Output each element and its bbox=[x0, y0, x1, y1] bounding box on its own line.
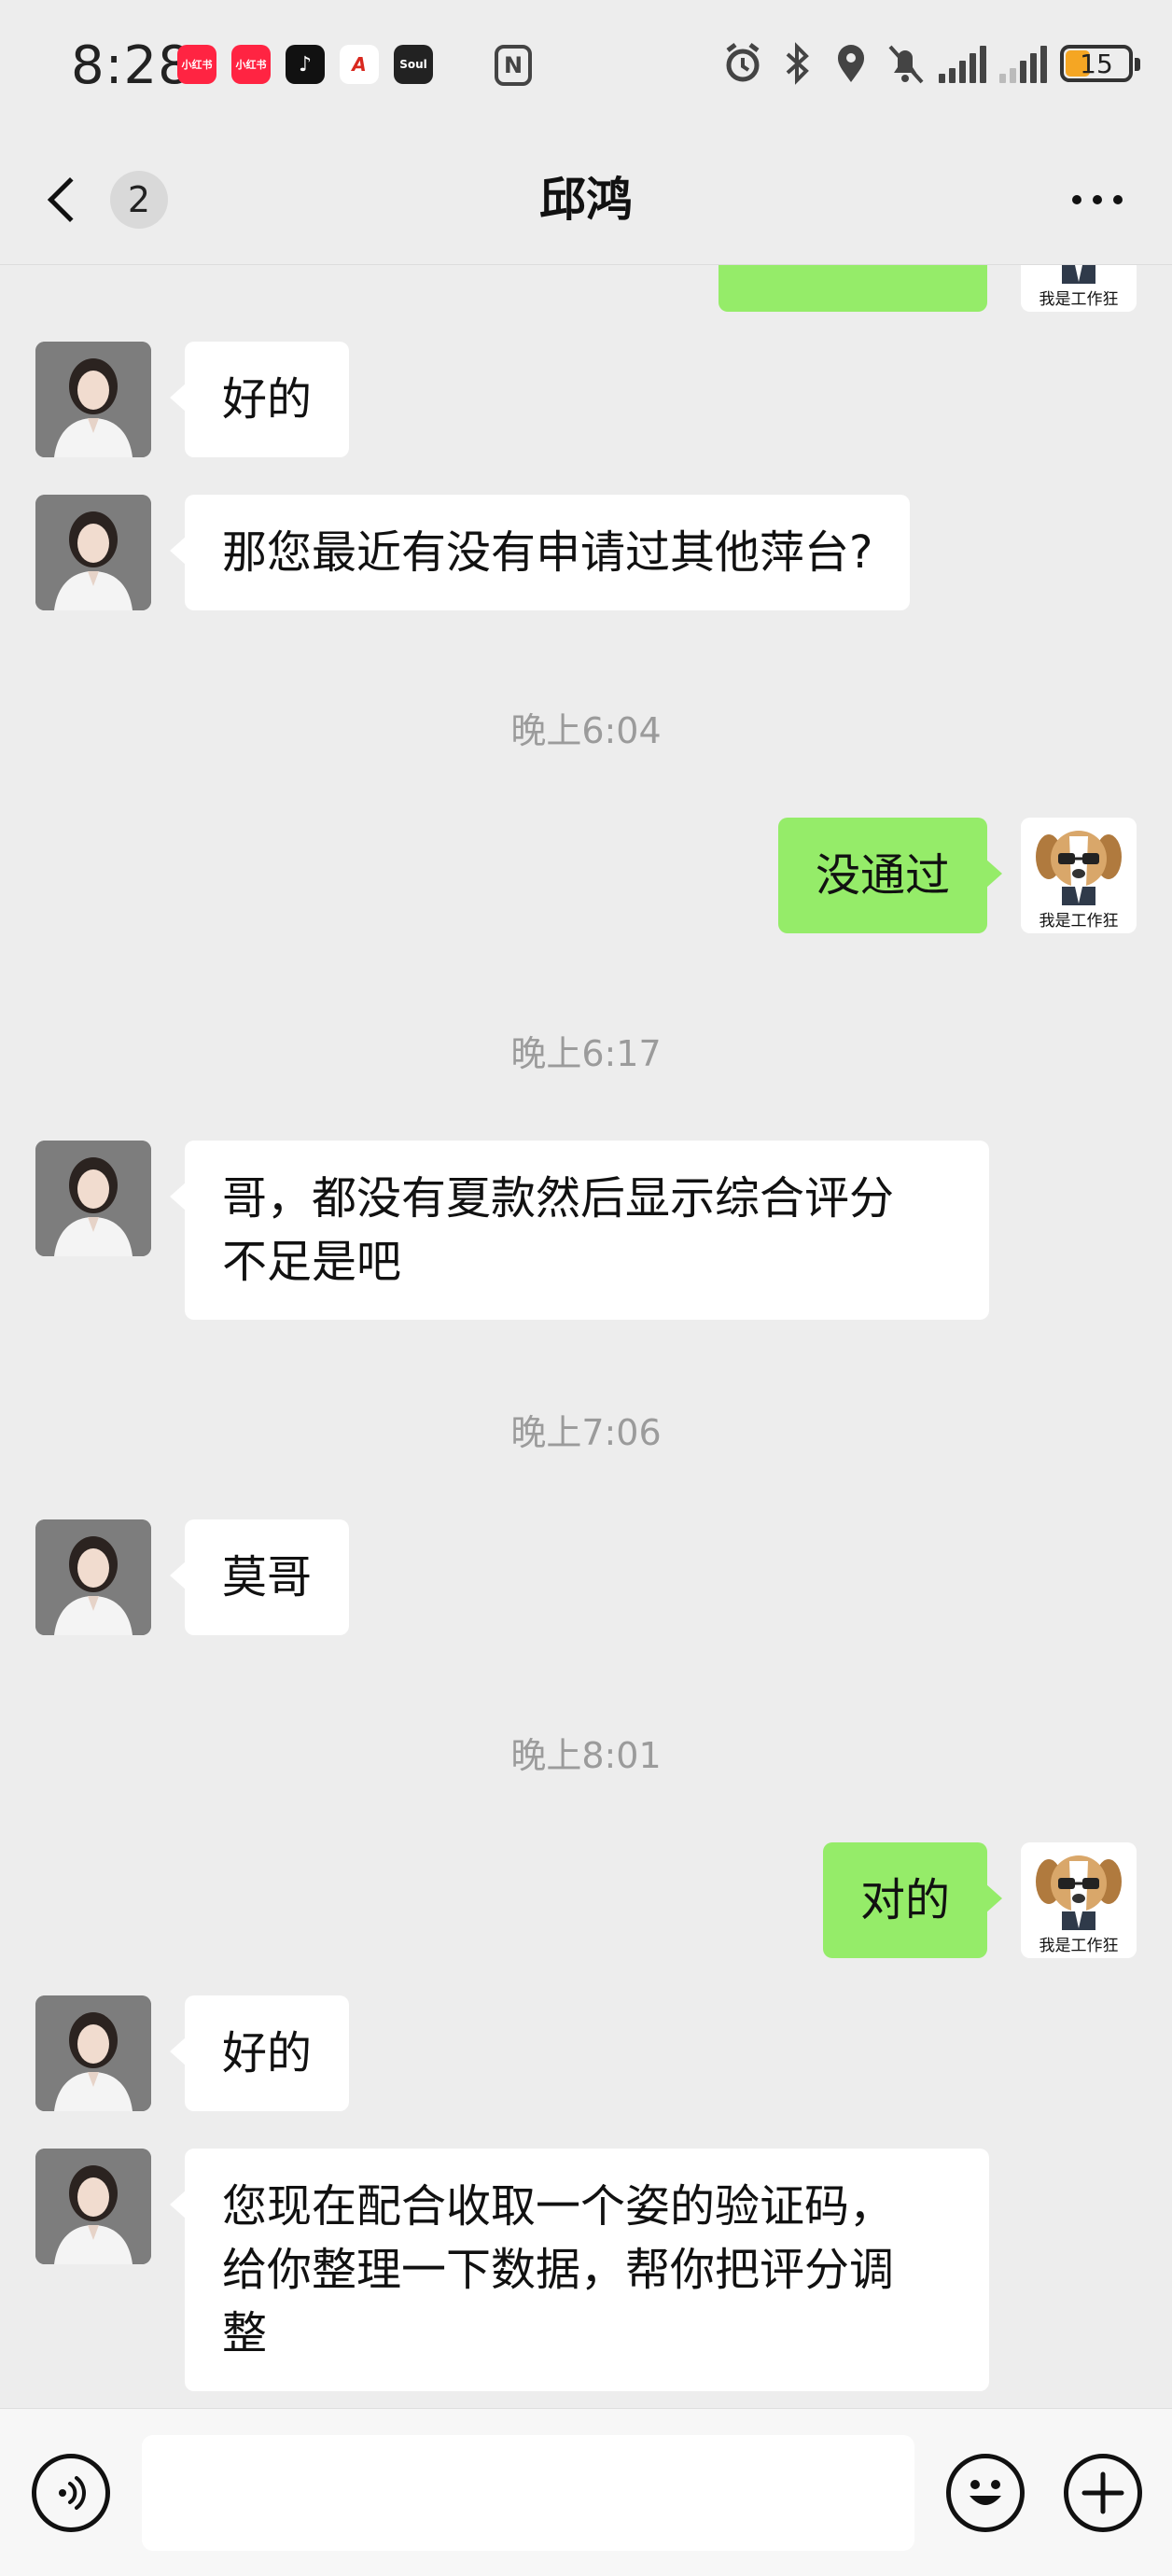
svg-text:我是工作狂: 我是工作狂 bbox=[1039, 1937, 1119, 1955]
svg-text:我是工作狂: 我是工作狂 bbox=[1039, 912, 1119, 931]
notification-app-icons: 小红书 小红书 ♪ A Soul bbox=[177, 45, 433, 84]
contact-avatar[interactable] bbox=[35, 1995, 151, 2111]
self-avatar[interactable]: 我是工作狂 bbox=[1021, 818, 1137, 933]
message-line: 哥，都没有夏款然后显示综合评分 bbox=[222, 1172, 895, 1225]
message-line: 不足是吧 bbox=[222, 1236, 402, 1288]
contact-avatar[interactable] bbox=[35, 1519, 151, 1635]
contact-avatar[interactable] bbox=[35, 342, 151, 457]
voice-input-button[interactable] bbox=[32, 2454, 110, 2532]
more-functions-button[interactable] bbox=[1064, 2454, 1142, 2532]
message-bubble[interactable]: 哥，都没有夏款然后显示综合评分 不足是吧 bbox=[170, 1141, 989, 1320]
message-timestamp: 晚上7:06 bbox=[510, 1412, 662, 1453]
message-line: 给你整理一下数据，帮你把评分调 bbox=[222, 2244, 895, 2296]
message-bubble-clipped[interactable] bbox=[719, 265, 1002, 312]
message-list[interactable]: 我是工作狂 好的 那您最近有没有申请过其他萍台? 晚上6:04 没通过 我是工作… bbox=[0, 265, 1172, 2408]
contact-avatar[interactable] bbox=[35, 495, 151, 610]
signal-icon bbox=[939, 44, 986, 83]
message-bubble[interactable]: 您现在配合收取一个姿的验证码， 给你整理一下数据，帮你把评分调 整 bbox=[170, 2149, 989, 2391]
plus-icon bbox=[1081, 2471, 1124, 2514]
contact-avatar[interactable] bbox=[35, 2149, 151, 2264]
message-timestamp: 晚上8:01 bbox=[510, 1735, 662, 1776]
message-input[interactable] bbox=[142, 2435, 914, 2551]
app-a-icon: A bbox=[340, 45, 379, 84]
emoji-icon bbox=[970, 2480, 1001, 2505]
self-avatar[interactable]: 我是工作狂 bbox=[1021, 265, 1137, 312]
xiaohongshu-icon: 小红书 bbox=[177, 45, 216, 84]
input-bar bbox=[0, 2408, 1172, 2576]
status-time: 8:28 bbox=[71, 35, 192, 96]
more-dots-icon bbox=[1072, 195, 1081, 204]
status-bar: 8:28 小红书 小红书 ♪ A Soul N 15 bbox=[0, 0, 1172, 134]
mute-bell-icon bbox=[885, 41, 926, 86]
status-right-icons: 15 bbox=[722, 41, 1140, 86]
contact-avatar[interactable] bbox=[35, 1141, 151, 1256]
more-options-button[interactable] bbox=[1060, 181, 1135, 218]
message-bubble[interactable]: 好的 bbox=[169, 1995, 350, 2111]
nfc-icon: N bbox=[495, 45, 532, 86]
message-timestamp: 晚上6:17 bbox=[510, 1033, 662, 1074]
message-line: 整 bbox=[222, 2307, 268, 2359]
battery-icon: 15 bbox=[1060, 45, 1140, 82]
battery-level: 15 bbox=[1080, 48, 1113, 79]
location-icon bbox=[830, 41, 872, 86]
message-bubble[interactable]: 那您最近有没有申请过其他萍台? bbox=[169, 495, 911, 610]
tiktok-icon: ♪ bbox=[286, 45, 325, 84]
emoji-button[interactable] bbox=[946, 2454, 1025, 2532]
message-line: 您现在配合收取一个姿的验证码， bbox=[222, 2180, 895, 2233]
voice-icon bbox=[59, 2476, 86, 2510]
self-avatar[interactable]: 我是工作狂 bbox=[1021, 1842, 1137, 1958]
chat-title: 邱鸿 bbox=[539, 173, 633, 227]
signal-icon bbox=[999, 44, 1047, 83]
alarm-icon bbox=[722, 41, 763, 86]
message-bubble[interactable]: 对的 bbox=[822, 1842, 1003, 1958]
message-timestamp: 晚上6:04 bbox=[510, 710, 662, 751]
soul-app-icon: Soul bbox=[394, 45, 433, 84]
chat-header: 2 邱鸿 bbox=[0, 134, 1172, 265]
message-bubble[interactable]: 没通过 bbox=[777, 818, 1003, 933]
svg-text:我是工作狂: 我是工作狂 bbox=[1039, 290, 1119, 309]
message-bubble[interactable]: 莫哥 bbox=[169, 1519, 350, 1635]
xiaohongshu-icon: 小红书 bbox=[231, 45, 271, 84]
bluetooth-icon bbox=[776, 41, 817, 86]
message-bubble[interactable]: 好的 bbox=[169, 342, 350, 457]
